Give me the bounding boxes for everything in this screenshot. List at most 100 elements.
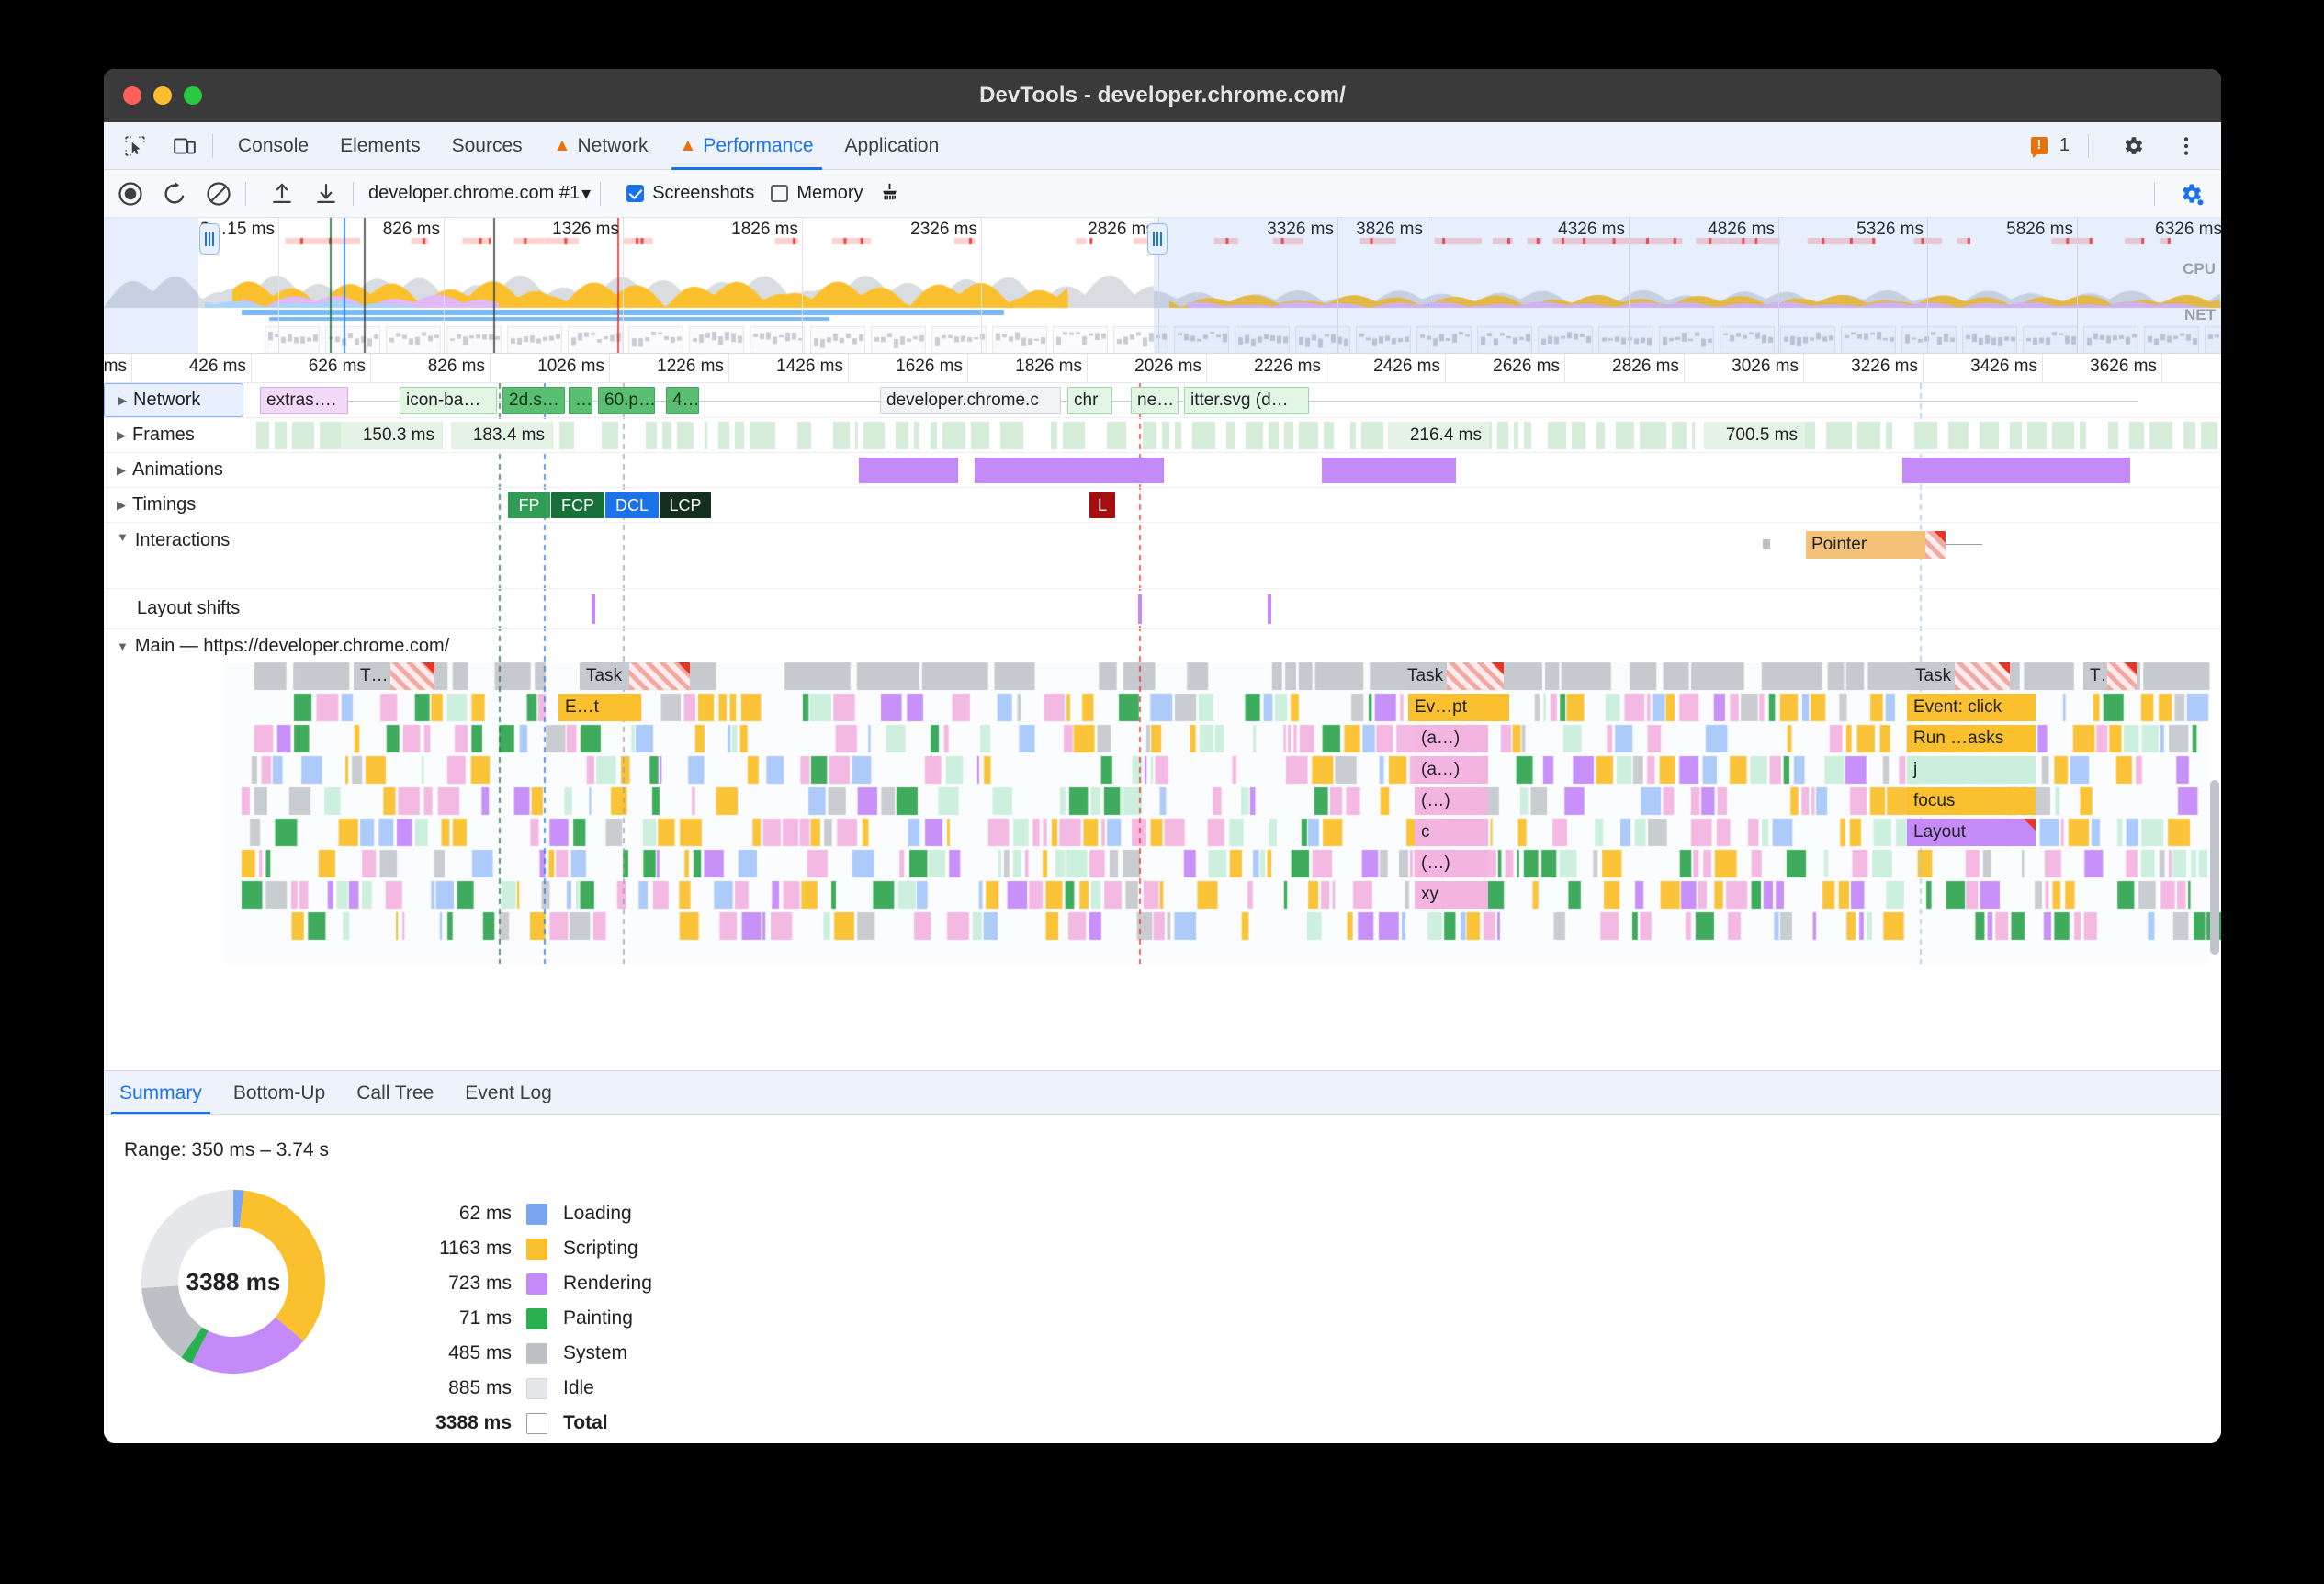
timeline-tracks[interactable]: ▶ Network extras…. icon-ba… 2d.s… … 60.p… 4… d… [104,383,2221,964]
frame-block[interactable] [2079,422,2087,449]
track-frames[interactable]: ▶ Frames 150.3 ms 183.4 ms 216.4 ms 700.5 m… [104,418,2221,453]
frame-block[interactable] [2052,422,2074,449]
frame-block[interactable] [896,422,908,449]
frame-duration[interactable]: 150.3 ms [341,422,442,449]
frame-block[interactable] [797,422,811,449]
flame-block[interactable]: Event: click [1907,694,2036,721]
flame-block[interactable]: (…) [1415,850,1488,877]
tab-performance[interactable]: ▲ Performance [664,122,829,170]
animation-bar[interactable] [859,458,958,483]
layout-shift-marker[interactable] [592,594,595,624]
frame-block[interactable] [913,422,920,449]
layout-shift-marker[interactable] [1268,594,1271,624]
network-request[interactable]: icon-ba… [400,387,497,414]
track-timings-body[interactable]: FP FCP DCL LCP L [104,488,2221,522]
flame-block[interactable]: Run …asks [1907,725,2036,752]
frame-block[interactable] [705,422,708,449]
frame-block[interactable] [1826,422,1852,449]
frame-block[interactable] [1691,422,1696,449]
flame-block[interactable]: Task [580,662,690,690]
tab-console[interactable]: Console [222,122,324,170]
network-request[interactable]: 60.p… [598,387,655,414]
animation-bar[interactable] [975,458,1164,483]
network-request[interactable]: developer.chrome.c [880,387,1061,414]
flame-block[interactable]: E…t [558,694,641,721]
frame-block[interactable] [1948,422,1969,449]
tab-network[interactable]: ▲ Network [538,122,664,170]
frame-block[interactable] [1143,422,1156,449]
frame-block[interactable] [601,422,618,449]
screenshots-checkbox[interactable]: Screenshots [626,183,754,204]
frame-block[interactable] [735,422,745,449]
track-animations-body[interactable] [104,453,2221,487]
frame-block[interactable] [942,422,965,449]
frame-block[interactable] [1639,422,1666,449]
track-layout-shifts-header[interactable]: Layout shifts [104,589,260,628]
interaction-tick[interactable] [1763,539,1770,549]
flame-block[interactable]: Ev…pt [1408,694,1509,721]
settings-gear-icon[interactable] [2115,128,2151,164]
frame-block[interactable] [2027,422,2048,449]
clear-recording-button[interactable] [201,176,236,211]
network-request[interactable]: … [569,387,592,414]
legend-row[interactable]: 1163 ms Scripting [390,1231,652,1266]
track-network-body[interactable]: extras…. icon-ba… 2d.s… … 60.p… 4… developer.c… [104,383,2221,417]
track-animations-header[interactable]: ▶ Animations [104,453,260,487]
frame-block[interactable] [854,422,858,449]
frame-block[interactable] [931,422,938,449]
capture-settings-gear-icon[interactable] [2173,176,2208,211]
interaction-event[interactable]: Pointer [1806,531,1946,559]
flame-block[interactable]: Task [1401,662,1504,690]
flame-block[interactable]: (a…) [1415,725,1488,752]
frame-block[interactable] [1161,422,1170,449]
device-toolbar-icon[interactable] [166,128,203,164]
bottom-tab-bottom-up[interactable]: Bottom-Up [218,1082,341,1114]
frame-block[interactable] [832,422,850,449]
garbage-collect-icon[interactable] [873,176,908,211]
frame-block[interactable] [1191,422,1216,449]
reload-and-record-button[interactable] [157,176,192,211]
frame-block[interactable] [1107,422,1127,449]
track-frames-body[interactable]: 150.3 ms 183.4 ms 216.4 ms 700.5 ms [104,418,2221,452]
frame-block[interactable] [718,422,730,449]
overview-window-handle-right[interactable] [1147,223,1168,255]
track-layout-shifts-body[interactable] [104,589,2221,628]
track-network-header[interactable]: ▶ Network [104,383,243,417]
load-profile-button[interactable] [265,176,299,211]
frame-block[interactable] [1269,422,1280,449]
frame-block[interactable] [1299,422,1318,449]
frame-block[interactable] [1361,422,1383,449]
chevron-right-icon[interactable]: ▶ [117,428,126,443]
frame-block[interactable] [292,422,314,449]
track-layout-shifts[interactable]: Layout shifts [104,589,2221,629]
frame-block[interactable] [863,422,886,449]
main-flame-chart[interactable]: T… Task Task Task T… E…t Ev…pt Event: click (a…)… [104,662,2221,964]
frame-block[interactable] [2200,422,2217,449]
frame-block[interactable] [1980,422,1999,449]
track-timings[interactable]: ▶ Timings FP FCP DCL LCP L [104,488,2221,523]
frame-block[interactable] [275,422,288,449]
network-request[interactable]: itter.svg (d… [1184,387,1309,414]
network-request[interactable]: 2d.s… [502,387,565,414]
frame-block[interactable] [676,422,694,449]
record-button[interactable] [113,176,148,211]
animation-bar[interactable] [1902,458,2130,483]
animation-bar[interactable] [1322,458,1456,483]
frame-duration[interactable]: 216.4 ms [1388,422,1489,449]
frame-block[interactable] [558,422,574,449]
network-request[interactable]: 4… [666,387,699,414]
network-request[interactable]: chr [1067,387,1112,414]
chevron-right-icon[interactable]: ▶ [117,498,126,513]
bottom-tab-event-log[interactable]: Event Log [449,1082,568,1114]
frame-block[interactable] [2009,422,2023,449]
frame-duration[interactable]: 700.5 ms [1704,422,1805,449]
timeline-overview[interactable]: 3…15 ms 826 ms 1326 ms 1826 ms 2326 ms 2826 m… [104,218,2221,354]
frame-block[interactable] [970,422,990,449]
profile-selector[interactable]: developer.chrome.com #1 ▾ [368,182,591,205]
flame-block[interactable]: (…) [1415,787,1488,815]
flame-block[interactable]: T… [2083,662,2137,690]
frame-block[interactable] [1572,422,1585,449]
chevron-down-icon[interactable]: ▼ [117,639,129,653]
inspect-element-icon[interactable] [117,128,153,164]
flame-block[interactable]: T… [354,662,434,690]
